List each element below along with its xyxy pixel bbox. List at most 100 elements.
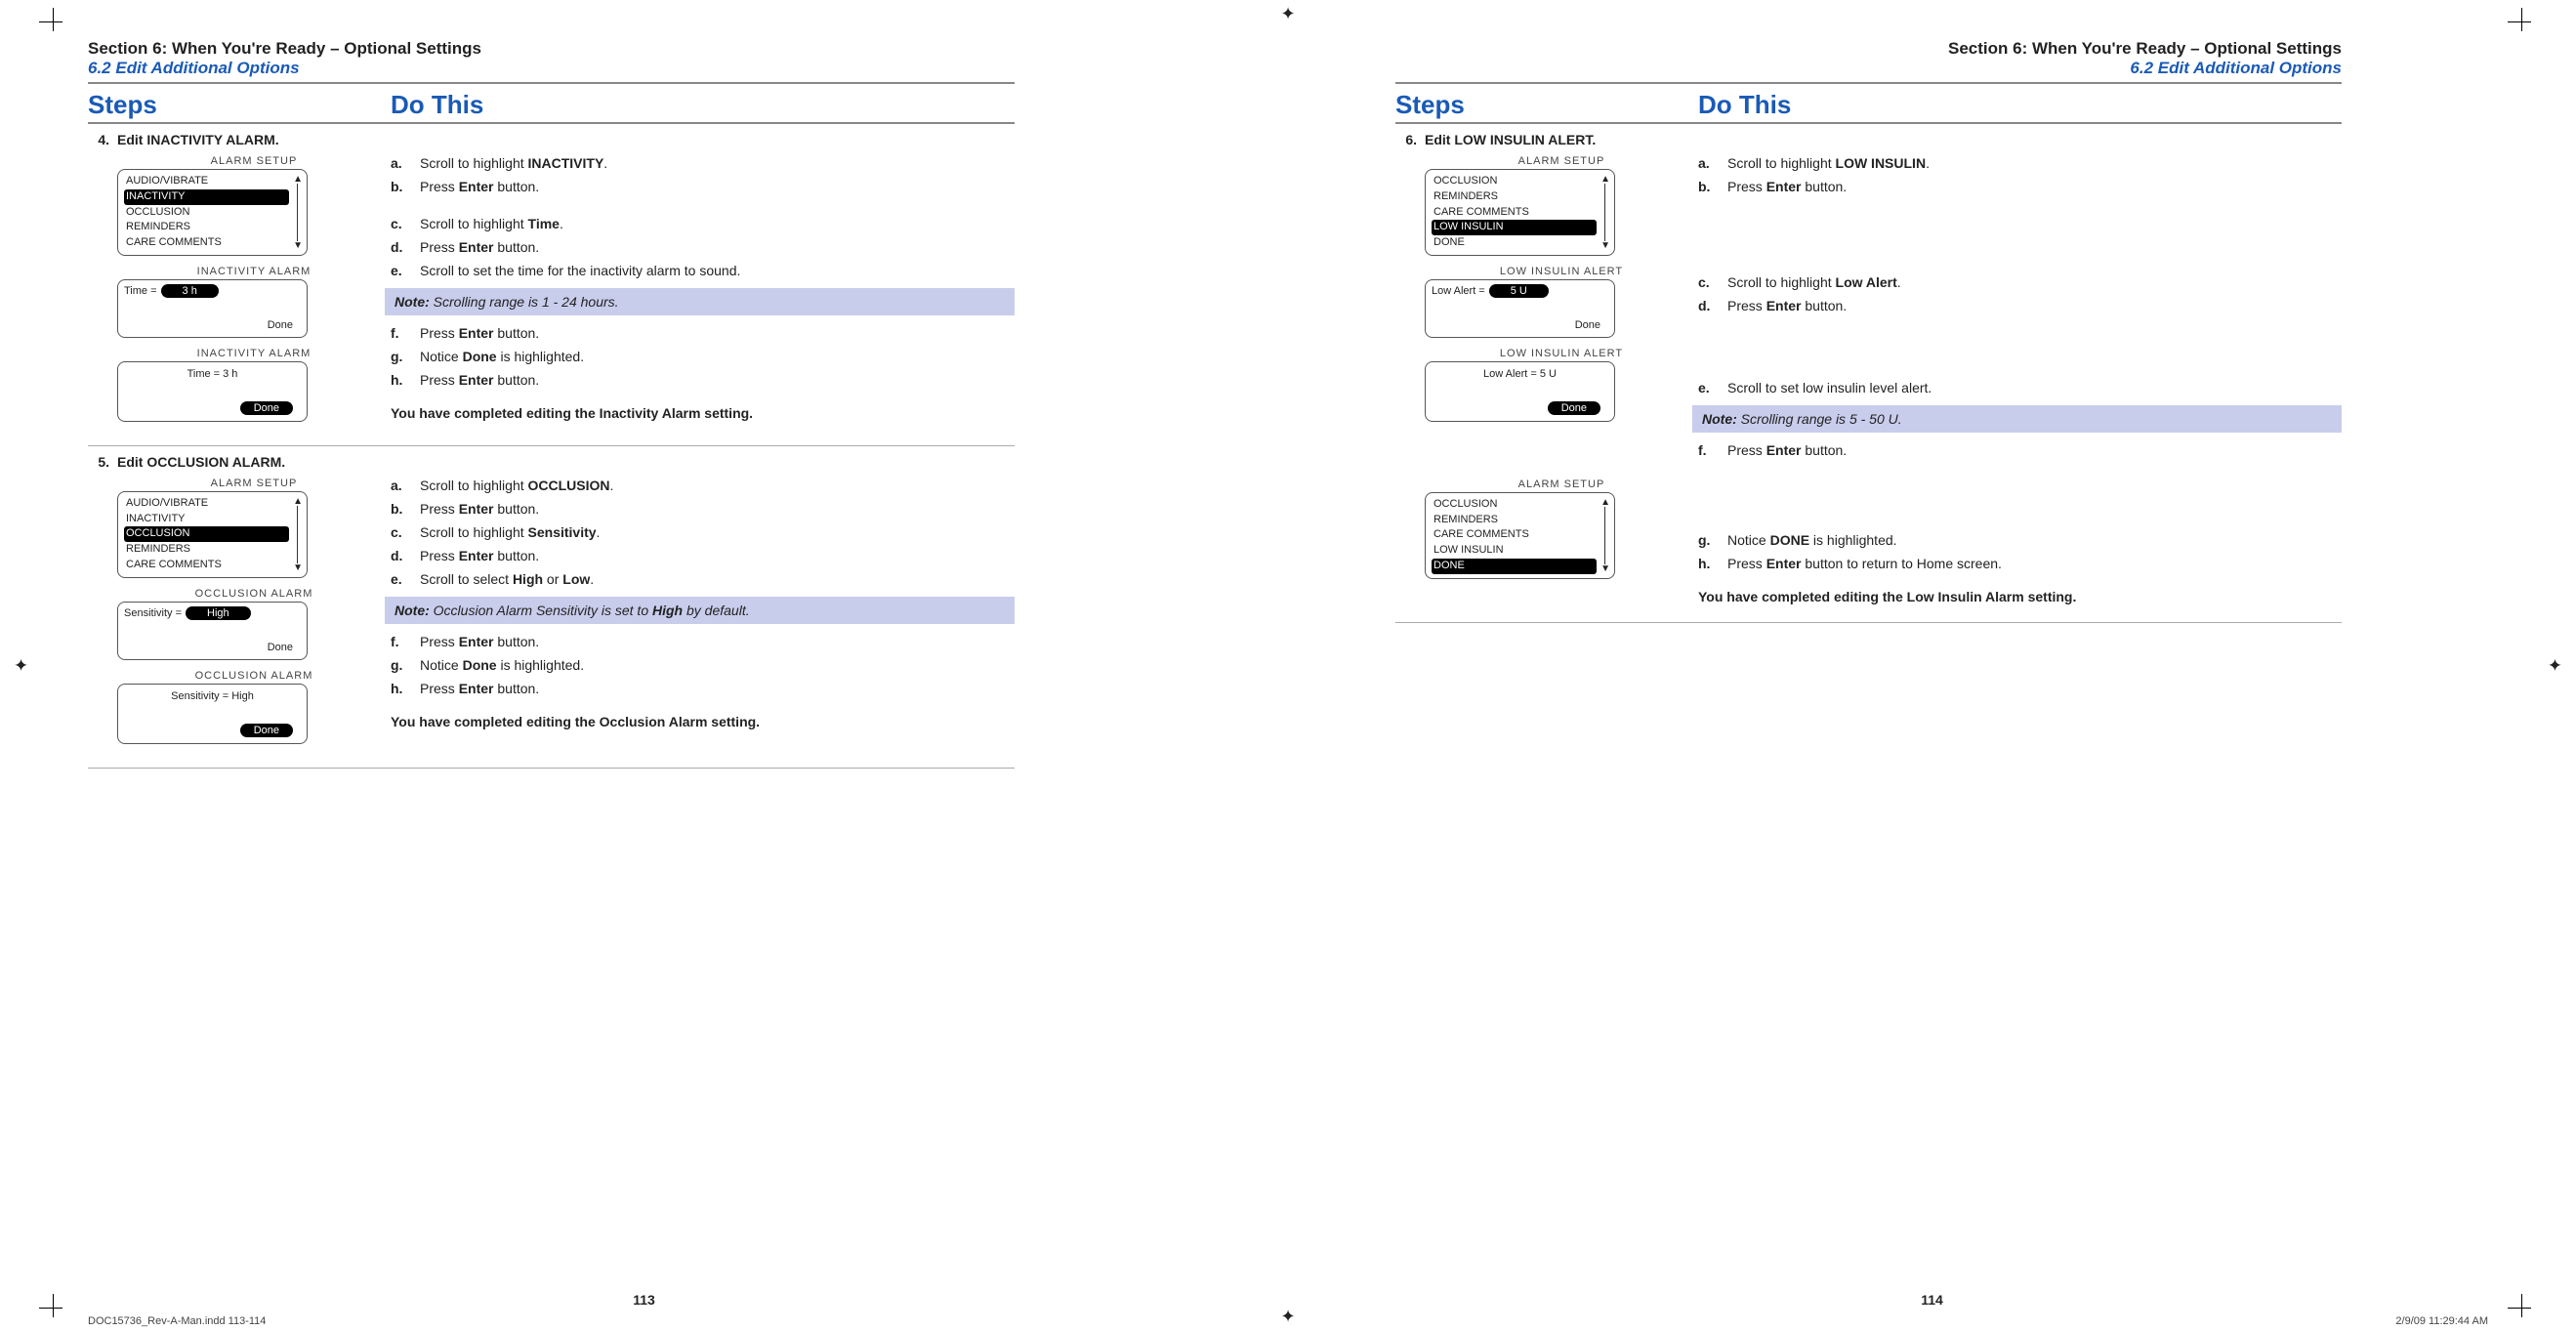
substep-letter: c. xyxy=(391,216,420,231)
substep-text: Press Enter button. xyxy=(420,634,539,649)
static-line: Low Alert = 5 U xyxy=(1432,366,1608,380)
substep: h.Press Enter button to return to Home s… xyxy=(1698,552,2342,575)
substep-letter: d. xyxy=(391,239,420,255)
scroll-track xyxy=(297,506,298,563)
substep-letter: a. xyxy=(391,478,420,493)
step-left-col: Edit LOW INSULIN ALERT. ALARM SETUP OCCLUS… xyxy=(1425,132,1698,608)
substep: g.Notice DONE is highlighted. xyxy=(1698,528,2342,552)
substep-letter: h. xyxy=(391,681,420,696)
arrow-up-icon: ▲ xyxy=(293,496,303,507)
step-title: Edit LOW INSULIN ALERT. xyxy=(1425,132,1698,147)
substep-text: Notice Done is highlighted. xyxy=(420,349,584,364)
arrow-down-icon: ▼ xyxy=(293,240,303,251)
substep: d.Press Enter button. xyxy=(1698,294,2342,317)
value-pill: 3 h xyxy=(161,284,219,298)
static-line: Sensitivity = High xyxy=(124,688,301,702)
substep: e.Scroll to set the time for the inactiv… xyxy=(391,259,1015,282)
scroll-track xyxy=(1604,507,1605,564)
substep-text: Scroll to highlight Time. xyxy=(420,216,563,231)
device-screen: OCCLUSION ALARM Sensitivity = HighDone xyxy=(117,670,391,744)
device-screen-title: OCCLUSION ALARM xyxy=(117,670,391,682)
footer-timestamp: 2/9/09 11:29:44 AM xyxy=(2395,1315,2488,1327)
step-title: Edit INACTIVITY ALARM. xyxy=(117,132,391,147)
device-screen: LOW INSULIN ALERT Low Alert = 5 U Done xyxy=(1425,348,1698,422)
device-screen: INACTIVITY ALARMTime = 3 hDone xyxy=(117,348,391,422)
step-left-col: Edit INACTIVITY ALARM.ALARM SETUPAUDIO/V… xyxy=(117,132,391,432)
device-screen-title: INACTIVITY ALARM xyxy=(117,348,391,359)
page-left: Section 6: When You're Ready – Optional … xyxy=(0,0,1288,1331)
section-title: Section 6: When You're Ready – Optional … xyxy=(1395,39,2342,59)
step-title: Edit OCCLUSION ALARM. xyxy=(117,454,391,470)
substep-text: Press Enter button. xyxy=(420,179,539,194)
device-screen-title: LOW INSULIN ALERT xyxy=(1425,266,1698,277)
done-label: Done xyxy=(124,620,301,655)
substep: g.Notice Done is highlighted. xyxy=(391,653,1015,677)
substep: b.Press Enter button. xyxy=(1698,175,2342,198)
substep: a.Scroll to highlight OCCLUSION. xyxy=(391,474,1015,497)
substep-text: Notice DONE is highlighted. xyxy=(1727,532,1897,548)
substep-letter: g. xyxy=(391,349,420,364)
substep: b.Press Enter button. xyxy=(391,497,1015,520)
menu-item: CARE COMMENTS xyxy=(124,235,289,251)
substep-text: Press Enter button. xyxy=(420,239,539,255)
device-screen-box: OCCLUSIONREMINDERSCARE COMMENTSLOW INSUL… xyxy=(1425,169,1615,256)
page-header: Section 6: When You're Ready – Optional … xyxy=(88,39,1015,78)
column-headers: Steps Do This xyxy=(1395,84,2342,124)
menu-item: CARE COMMENTS xyxy=(124,558,289,573)
substep: f.Press Enter button. xyxy=(391,321,1015,345)
substep-letter: d. xyxy=(1698,298,1727,313)
step-number: 5. xyxy=(88,454,117,754)
device-screen-box: Low Alert =5 UDone xyxy=(1425,279,1615,338)
value-key: Time = xyxy=(124,285,161,297)
scroll-track xyxy=(297,184,298,241)
substep: d.Press Enter button. xyxy=(391,544,1015,567)
arrow-up-icon: ▲ xyxy=(293,174,303,185)
menu-item: OCCLUSION xyxy=(1432,497,1597,513)
device-screen-box: Time =3 hDone xyxy=(117,279,308,338)
menu-item: REMINDERS xyxy=(1432,513,1597,528)
menu-item: REMINDERS xyxy=(124,542,289,558)
arrow-up-icon: ▲ xyxy=(1600,174,1610,185)
value-pill: 5 U xyxy=(1489,284,1549,298)
menu-item: DONE xyxy=(1432,559,1597,574)
column-headers: Steps Do This xyxy=(88,84,1015,124)
section-title: Section 6: When You're Ready – Optional … xyxy=(88,39,1015,59)
device-screen-box: AUDIO/VIBRATEINACTIVITYOCCLUSIONREMINDER… xyxy=(117,491,308,578)
substep: g.Notice Done is highlighted. xyxy=(391,345,1015,368)
menu-item: REMINDERS xyxy=(1432,189,1597,205)
device-screen-box: Sensitivity = HighDone xyxy=(117,684,308,744)
menu-item: OCCLUSION xyxy=(1432,174,1597,189)
step-number: 6. xyxy=(1395,132,1425,608)
menu-item: INACTIVITY xyxy=(124,512,289,527)
substep-text: Scroll to highlight Sensitivity. xyxy=(420,524,600,540)
col-steps-heading: Steps xyxy=(88,90,391,120)
substep-letter: b. xyxy=(391,179,420,194)
substep: c.Scroll to highlight Low Alert. xyxy=(1698,270,2342,294)
device-screen-title: ALARM SETUP xyxy=(117,478,391,489)
substep-letter: h. xyxy=(391,372,420,388)
menu-item: AUDIO/VIBRATE xyxy=(124,174,289,189)
menu-item: OCCLUSION xyxy=(124,205,289,221)
step-row: 5.Edit OCCLUSION ALARM. ALARM SETUP AUDIO/… xyxy=(88,446,1015,769)
done-pill: Done xyxy=(1548,401,1600,415)
menu-item: REMINDERS xyxy=(124,220,289,235)
step-left-col: Edit OCCLUSION ALARM. ALARM SETUP AUDIO/VI… xyxy=(117,454,391,754)
substep-letter: h. xyxy=(1698,556,1727,571)
substep: f.Press Enter button. xyxy=(1698,438,2342,462)
device-screen-title: LOW INSULIN ALERT xyxy=(1425,348,1698,359)
menu-item: DONE xyxy=(1432,235,1597,251)
substep-text: Scroll to highlight Low Alert. xyxy=(1727,274,1901,290)
substep-text: Press Enter button. xyxy=(1727,179,1847,194)
substep-text: Scroll to set low insulin level alert. xyxy=(1727,380,1932,395)
substep-text: Press Enter button. xyxy=(420,548,539,563)
device-screen: OCCLUSION ALARMSensitivity =HighDone xyxy=(117,588,391,660)
step-row: 4.Edit INACTIVITY ALARM.ALARM SETUPAUDIO… xyxy=(88,124,1015,446)
device-screen-title: ALARM SETUP xyxy=(1425,478,1698,490)
note: Note: Scrolling range is 5 - 50 U. xyxy=(1692,405,2342,433)
substep-text: Press Enter button. xyxy=(1727,442,1847,458)
static-line: Time = 3 h xyxy=(124,366,301,380)
value-key: Low Alert = xyxy=(1432,285,1489,297)
substep-letter: d. xyxy=(391,548,420,563)
menu-item: LOW INSULIN xyxy=(1432,220,1597,235)
page-right: Section 6: When You're Ready – Optional … xyxy=(1288,0,2576,1331)
